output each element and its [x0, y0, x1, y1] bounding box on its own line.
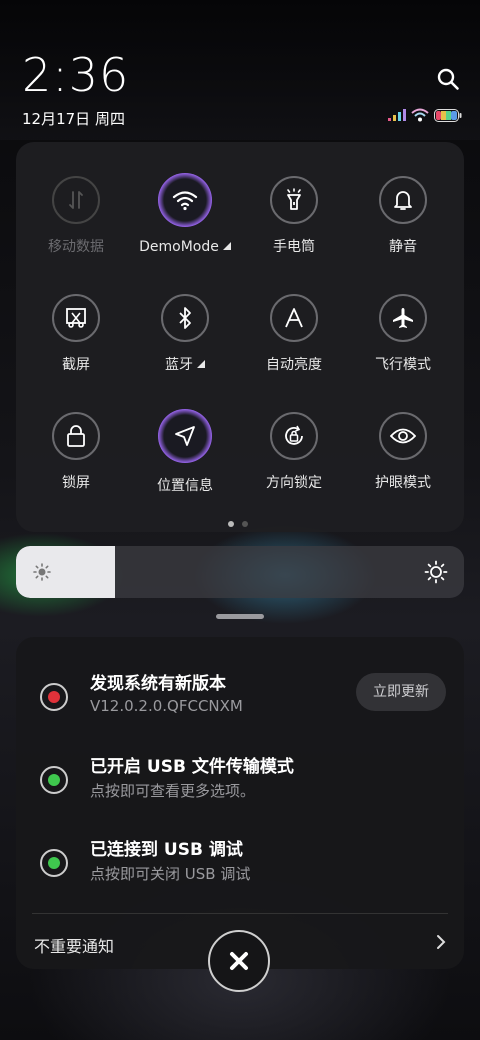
- tile-bluetooth[interactable]: 蓝牙: [130, 294, 240, 374]
- flashlight-icon: [270, 176, 318, 224]
- tile-eye-care[interactable]: 护眼模式: [348, 412, 458, 492]
- update-now-button[interactable]: 立即更新: [356, 673, 446, 711]
- location-icon: [158, 409, 212, 463]
- rotation-lock-icon: [270, 412, 318, 460]
- signal-icon: [388, 109, 406, 121]
- usb-debug-icon: [40, 849, 68, 877]
- notification-title: 已开启 USB 文件传输模式: [90, 757, 294, 777]
- drag-handle[interactable]: [216, 614, 264, 619]
- divider: [32, 913, 448, 914]
- tile-label: DemoMode: [130, 239, 240, 255]
- bell-icon: [379, 176, 427, 224]
- wifi-status-icon: [411, 108, 429, 122]
- notification-body: V12.0.2.0.QFCCNXM: [90, 697, 243, 715]
- tile-screenshot[interactable]: 截屏: [21, 294, 131, 374]
- auto-brightness-icon: [270, 294, 318, 342]
- tile-auto-brightness[interactable]: 自动亮度: [239, 294, 349, 374]
- tile-location[interactable]: 位置信息: [130, 409, 240, 495]
- tile-wifi[interactable]: DemoMode: [130, 173, 240, 255]
- eye-icon: [379, 412, 427, 460]
- brightness-fill: [16, 546, 115, 598]
- tile-lock-screen[interactable]: 锁屏: [21, 412, 131, 492]
- tile-label: 飞行模式: [375, 357, 431, 373]
- screenshot-icon: [52, 294, 100, 342]
- tile-airplane[interactable]: 飞行模式: [348, 294, 458, 374]
- notification-title: 发现系统有新版本: [90, 674, 226, 694]
- page-dot-2[interactable]: [242, 521, 248, 527]
- mobile-data-icon: [52, 176, 100, 224]
- notification-panel: 发现系统有新版本 V12.0.2.0.QFCCNXM 立即更新 已开启 USB …: [16, 637, 464, 969]
- airplane-icon: [379, 294, 427, 342]
- tile-label: 锁屏: [62, 475, 90, 491]
- tile-label: 手电筒: [273, 239, 315, 255]
- unimportant-notifications-link[interactable]: 不重要通知: [34, 933, 114, 957]
- tile-rotation-lock[interactable]: 方向锁定: [239, 412, 349, 492]
- tile-label: 方向锁定: [266, 475, 322, 491]
- clock-time: 2:36: [22, 48, 130, 102]
- tile-label: 截屏: [62, 357, 90, 373]
- expand-triangle-icon[interactable]: [197, 360, 205, 368]
- tile-label: 自动亮度: [266, 357, 322, 373]
- bluetooth-icon: [161, 294, 209, 342]
- quick-settings-panel: 移动数据 DemoMode 手电筒 静音 截屏 蓝牙 自动亮度 飞行模式 锁屏 …: [16, 142, 464, 532]
- system-update-icon: [40, 683, 68, 711]
- tile-label: 静音: [389, 239, 417, 255]
- search-icon[interactable]: [436, 67, 460, 91]
- brightness-high-icon: [424, 560, 448, 584]
- tile-label: 蓝牙: [130, 354, 240, 374]
- tile-mobile-data[interactable]: 移动数据: [21, 176, 131, 256]
- status-icons: [388, 108, 462, 122]
- clear-all-button[interactable]: [208, 930, 270, 992]
- brightness-low-icon: [33, 563, 51, 581]
- tile-silent[interactable]: 静音: [348, 176, 458, 256]
- tile-label: 移动数据: [48, 239, 104, 255]
- expand-triangle-icon[interactable]: [222, 242, 231, 250]
- chevron-right-icon[interactable]: [434, 933, 448, 951]
- notification-title: 已连接到 USB 调试: [90, 840, 243, 860]
- wifi-icon: [158, 173, 212, 227]
- clock-date: 12月17日 周四: [22, 110, 125, 128]
- tile-flashlight[interactable]: 手电筒: [239, 176, 349, 256]
- lock-icon: [52, 412, 100, 460]
- usb-icon: [40, 766, 68, 794]
- close-icon: [230, 952, 248, 970]
- battery-icon: [434, 108, 462, 122]
- notification-body: 点按即可查看更多选项。: [90, 782, 256, 800]
- page-dot-1[interactable]: [228, 521, 234, 527]
- page-indicator: [228, 521, 248, 527]
- tile-label: 位置信息: [157, 478, 213, 494]
- notification-body: 点按即可关闭 USB 调试: [90, 865, 251, 883]
- tile-label: 护眼模式: [375, 475, 431, 491]
- brightness-slider[interactable]: [16, 546, 464, 598]
